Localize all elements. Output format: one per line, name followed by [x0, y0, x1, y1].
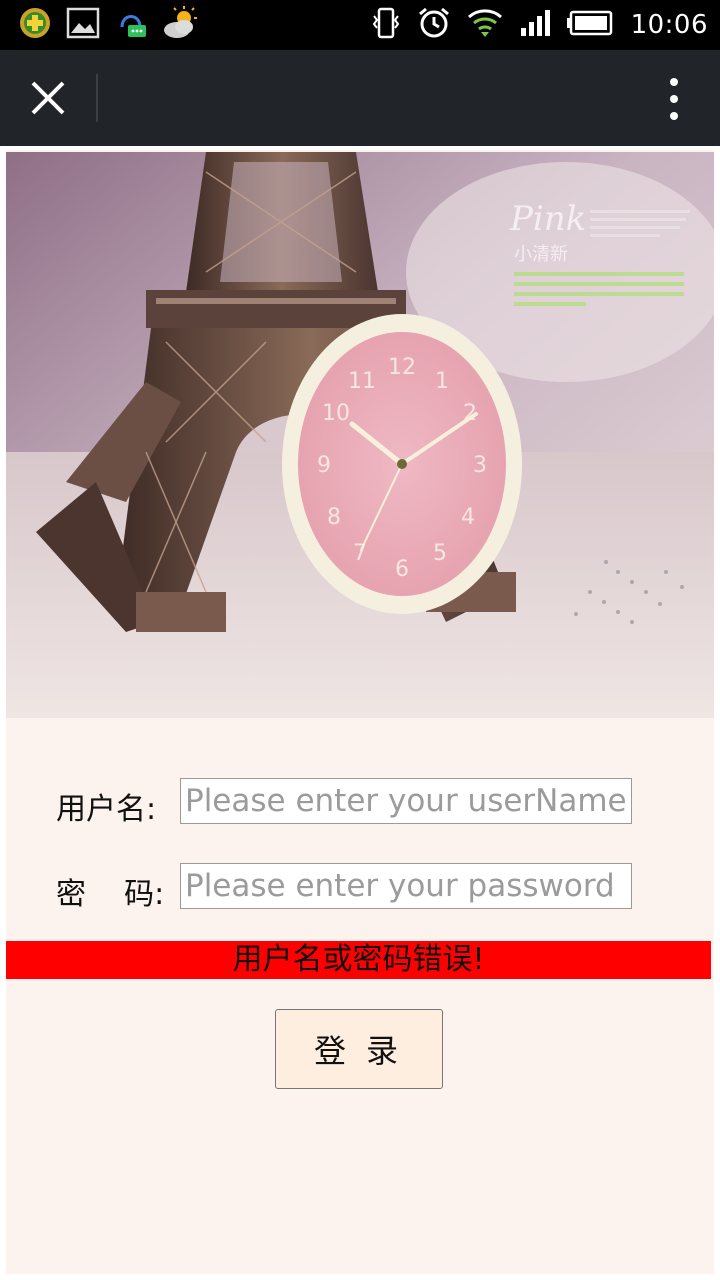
- image-icon: [66, 6, 100, 44]
- hero-title: 小清新: [514, 244, 568, 265]
- wifi-icon: [467, 7, 503, 43]
- close-icon: [31, 81, 65, 115]
- svg-text:3: 3: [473, 453, 487, 478]
- app-toolbar: [0, 50, 720, 146]
- signal-icon: [519, 8, 551, 42]
- alarm-icon: [417, 6, 451, 44]
- login-button[interactable]: 登录: [275, 1009, 443, 1089]
- svg-text:8: 8: [327, 505, 341, 530]
- clock-graphic: 1212 345 678 91011: [282, 314, 522, 614]
- username-input[interactable]: [180, 778, 632, 824]
- hero-image: 12 1 2 345 678 9 10 11 Pink 小清新: [6, 152, 714, 718]
- battery-icon: [566, 9, 615, 41]
- vibrate-icon: [371, 6, 401, 44]
- app-plus-icon: [18, 6, 52, 44]
- clock-time: 10:06: [630, 10, 708, 40]
- password-row: 密 码:: [56, 863, 646, 913]
- svg-text:1: 1: [435, 369, 449, 394]
- password-label: 密 码:: [56, 877, 165, 912]
- svg-text:7: 7: [353, 541, 367, 566]
- password-input[interactable]: [180, 863, 632, 909]
- toolbar-divider: [96, 74, 98, 122]
- svg-text:9: 9: [317, 453, 331, 478]
- more-options-button[interactable]: [664, 76, 684, 122]
- login-page: 12 1 2 345 678 9 10 11 Pink 小清新 用户名: Ple…: [6, 150, 714, 1274]
- status-bar: 10:06: [0, 0, 720, 50]
- weather-icon: [162, 6, 200, 44]
- username-label: 用户名:: [56, 792, 157, 827]
- qq-icon: [114, 5, 148, 45]
- svg-text:5: 5: [433, 541, 447, 566]
- svg-text:11: 11: [348, 369, 376, 394]
- system-icons: 10:06: [371, 6, 708, 44]
- username-row: 用户名:: [56, 778, 646, 828]
- svg-text:6: 6: [395, 557, 409, 582]
- svg-text:10: 10: [322, 401, 350, 426]
- svg-text:12: 12: [388, 355, 416, 380]
- close-button[interactable]: [24, 74, 72, 122]
- svg-text:4: 4: [461, 505, 475, 530]
- notification-icons: [18, 6, 200, 44]
- more-vert-icon: [670, 78, 678, 120]
- pink-caption: Pink: [509, 199, 586, 239]
- error-message: 用户名或密码错误!: [6, 941, 711, 979]
